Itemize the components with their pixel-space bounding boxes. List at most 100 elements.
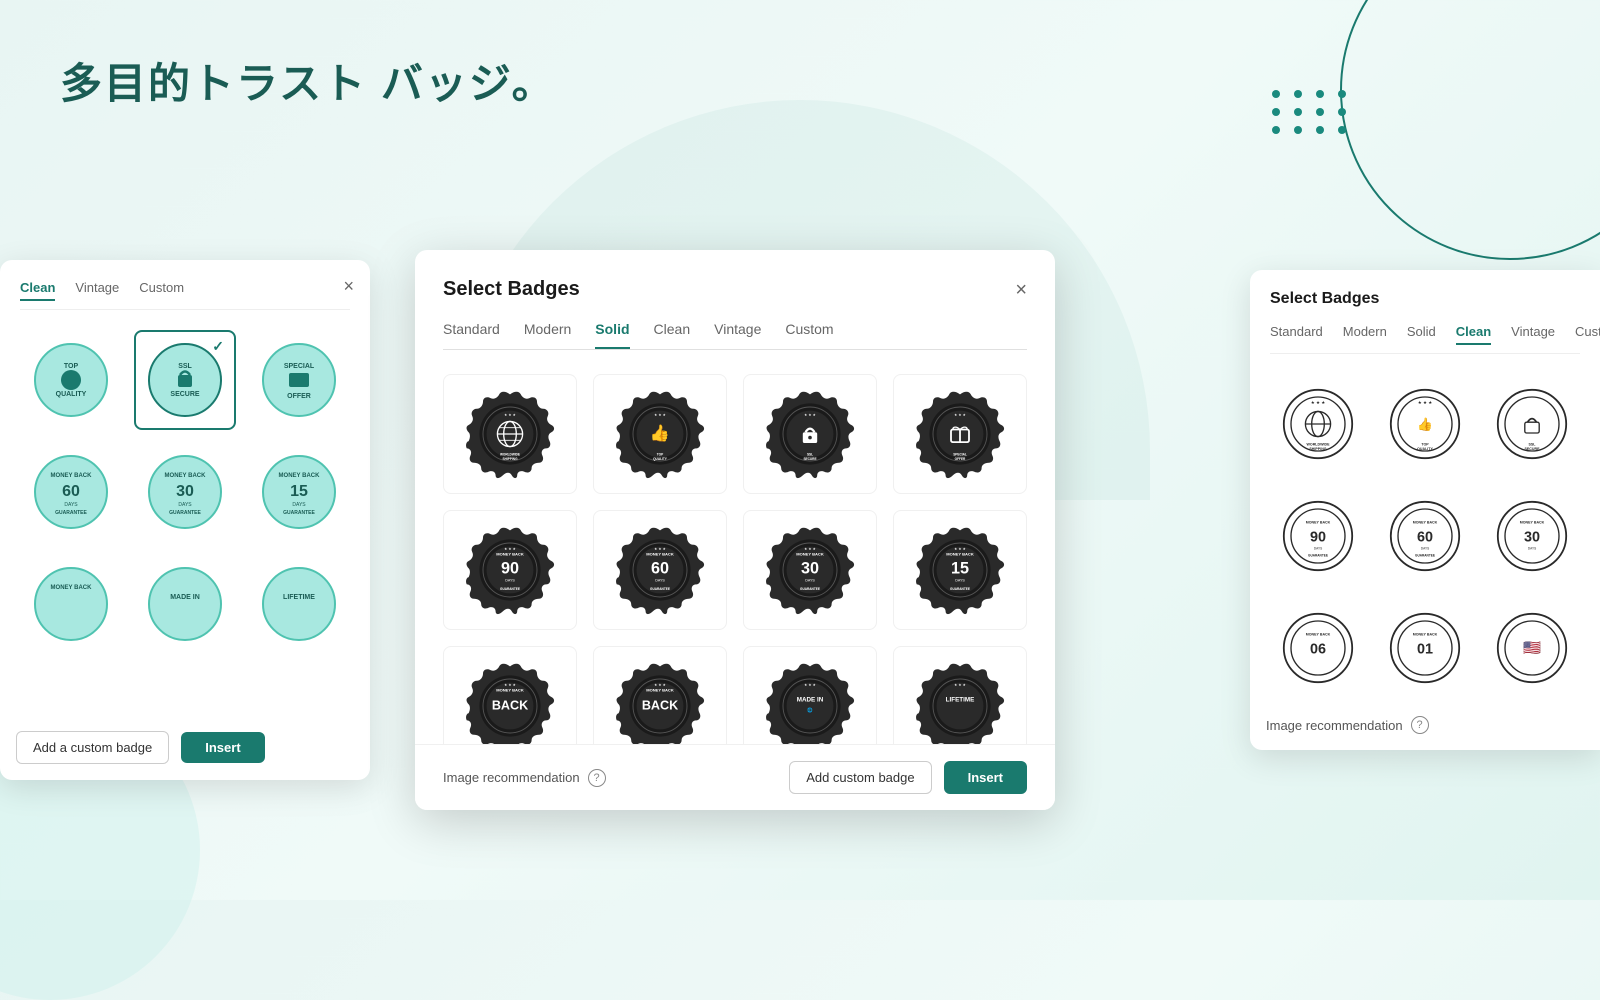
svg-text:MONEY BACK: MONEY BACK [51,585,93,591]
tab-standard[interactable]: Standard [443,321,500,349]
tab-clean[interactable]: Clean [654,321,691,349]
right-info-icon[interactable]: ? [1411,716,1429,734]
svg-text:DAYS: DAYS [805,579,815,583]
right-image-recommendation-label: Image recommendation [1266,718,1403,733]
left-tab-vintage[interactable]: Vintage [75,280,119,301]
tab-solid[interactable]: Solid [595,321,629,349]
right-tab-clean[interactable]: Clean [1456,324,1491,345]
svg-text:★ ★ ★: ★ ★ ★ [654,547,666,551]
svg-text:★ ★ ★: ★ ★ ★ [504,683,516,687]
right-image-recommendation: Image recommendation ? [1266,716,1584,734]
tab-custom[interactable]: Custom [785,321,833,349]
left-panel-close-button[interactable]: × [343,276,354,297]
svg-text:DAYS: DAYS [178,502,192,508]
image-recommendation: Image recommendation ? [443,769,606,787]
svg-text:★ ★ ★: ★ ★ ★ [954,547,966,551]
left-badge-money-back-15[interactable]: MONEY BACK 15 DAYS GUARANTEE [248,442,350,542]
svg-text:MADE IN: MADE IN [170,594,200,601]
svg-text:MONEY BACK: MONEY BACK [1305,632,1330,636]
left-badge-lifetime[interactable]: LIFETIME [248,554,350,654]
svg-text:★ ★ ★: ★ ★ ★ [1310,400,1326,405]
right-badge-90[interactable]: MONEY BACK 90 DAYS GUARANTEE [1270,486,1365,586]
svg-text:OFFER: OFFER [287,393,311,400]
right-badge-ssl[interactable]: SSL SECURE [1485,374,1580,474]
info-icon[interactable]: ? [588,769,606,787]
add-custom-badge-button[interactable]: Add custom badge [789,761,931,794]
svg-text:30: 30 [801,560,819,578]
main-dialog: Select Badges × Standard Modern Solid Cl… [415,250,1055,810]
svg-text:DAYS: DAYS [1528,547,1536,551]
image-recommendation-label: Image recommendation [443,770,580,785]
right-badge-60[interactable]: MONEY BACK 60 DAYS GUARANTEE [1377,486,1472,586]
badge-money-back-30[interactable]: MONEY BACK 30 DAYS GUARANTEE ★ ★ ★ [743,510,877,630]
svg-text:MONEY BACK: MONEY BACK [1520,520,1545,524]
badge-ssl-secure[interactable]: ★ ★ ★ SSL SECURE [743,374,877,494]
dialog-tabs: Standard Modern Solid Clean Vintage Cust… [443,321,1027,350]
svg-text:MONEY BACK: MONEY BACK [51,473,93,479]
svg-text:SSL: SSL [1529,443,1537,447]
left-tab-custom[interactable]: Custom [139,280,184,301]
svg-text:MONEY BACK: MONEY BACK [496,688,524,693]
right-badge-01[interactable]: MONEY BACK 01 [1377,598,1472,698]
left-badge-money-back-60[interactable]: MONEY BACK 60 DAYS GUARANTEE [20,442,122,542]
svg-text:SECURE: SECURE [170,391,200,398]
right-tab-vintage[interactable]: Vintage [1511,324,1555,345]
svg-text:OFFER: OFFER [955,457,966,461]
svg-text:🌐: 🌐 [807,706,813,712]
badge-money-back-15[interactable]: MONEY BACK 15 DAYS GUARANTEE ★ ★ ★ [893,510,1027,630]
svg-text:WORLDWIDE: WORLDWIDE [500,453,520,457]
badge-money-back-partial1[interactable]: MONEY BACK BACK ★ ★ ★ [443,646,577,754]
svg-text:DAYS: DAYS [64,502,78,508]
right-badge-flag[interactable]: 🇺🇸 [1485,598,1580,698]
svg-text:DAYS: DAYS [1313,547,1321,551]
svg-text:🇺🇸: 🇺🇸 [1523,640,1541,657]
badge-money-back-90[interactable]: MONEY BACK 90 DAYS GUARANTEE ★ ★ ★ [443,510,577,630]
svg-text:SPECIAL: SPECIAL [953,453,967,457]
right-tab-solid[interactable]: Solid [1407,324,1436,345]
badge-top-quality[interactable]: 👍 ★ ★ ★ TOP QUALITY [593,374,727,494]
tab-modern[interactable]: Modern [524,321,571,349]
svg-text:GUARANTEE: GUARANTEE [55,510,87,516]
right-panel-footer: Image recommendation ? [1266,716,1584,734]
right-badge-30-partial[interactable]: MONEY BACK 30 DAYS [1485,486,1580,586]
badge-grid: ★ ★ ★ WORLDWIDE SHIPPING 👍 ★ ★ ★ TOP QUA… [443,374,1027,754]
svg-text:SSL: SSL [807,453,813,457]
dialog-close-button[interactable]: × [1015,280,1027,300]
left-badge-made-in[interactable]: MADE IN [134,554,236,654]
svg-text:★ ★ ★: ★ ★ ★ [654,683,666,687]
badge-money-back-60[interactable]: MONEY BACK 60 DAYS GUARANTEE ★ ★ ★ [593,510,727,630]
badge-worldwide-shipping[interactable]: ★ ★ ★ WORLDWIDE SHIPPING [443,374,577,494]
svg-text:60: 60 [62,483,80,500]
left-badge-money-back-extra[interactable]: MONEY BACK [20,554,122,654]
right-badge-worldwide[interactable]: WORLDWIDE SHIPPING ★ ★ ★ [1270,374,1365,474]
left-badge-ssl-quality[interactable]: TOP QUALITY [20,330,122,430]
svg-text:★ ★ ★: ★ ★ ★ [804,683,816,687]
left-add-custom-badge-button[interactable]: Add a custom badge [16,731,169,764]
svg-text:SSL: SSL [178,363,192,370]
badge-made-in[interactable]: MADE IN 🌐 ★ ★ ★ [743,646,877,754]
svg-text:MONEY BACK: MONEY BACK [1413,520,1438,524]
badge-special-offer[interactable]: ★ ★ ★ SPECIAL OFFER [893,374,1027,494]
right-badge-top-quality[interactable]: 👍 TOP QUALITY ★ ★ ★ [1377,374,1472,474]
left-insert-button[interactable]: Insert [181,732,264,763]
badge-money-back-partial2[interactable]: MONEY BACK BACK ★ ★ ★ [593,646,727,754]
svg-text:★ ★ ★: ★ ★ ★ [654,413,666,417]
badge-lifetime[interactable]: LIFETIME ★ ★ ★ [893,646,1027,754]
svg-text:★ ★ ★: ★ ★ ★ [954,683,966,687]
right-tab-standard[interactable]: Standard [1270,324,1323,345]
right-tab-custom[interactable]: Custom [1575,324,1600,345]
left-tab-clean[interactable]: Clean [20,280,55,301]
left-badge-money-back-30[interactable]: MONEY BACK 30 DAYS GUARANTEE [134,442,236,542]
left-badge-ssl-secure[interactable]: SSL SECURE [134,330,236,430]
left-badge-special-offer[interactable]: SPECIAL OFFER [248,330,350,430]
insert-button[interactable]: Insert [944,761,1027,794]
svg-text:★ ★ ★: ★ ★ ★ [804,547,816,551]
right-tab-modern[interactable]: Modern [1343,324,1387,345]
dialog-header: Select Badges × [443,278,1027,301]
svg-text:GUARANTEE: GUARANTEE [950,587,970,591]
tab-vintage[interactable]: Vintage [714,321,761,349]
svg-text:GUARANTEE: GUARANTEE [800,587,820,591]
right-badge-06[interactable]: MONEY BACK 06 [1270,598,1365,698]
svg-text:MONEY BACK: MONEY BACK [1305,520,1330,524]
svg-text:MONEY BACK: MONEY BACK [496,552,524,557]
